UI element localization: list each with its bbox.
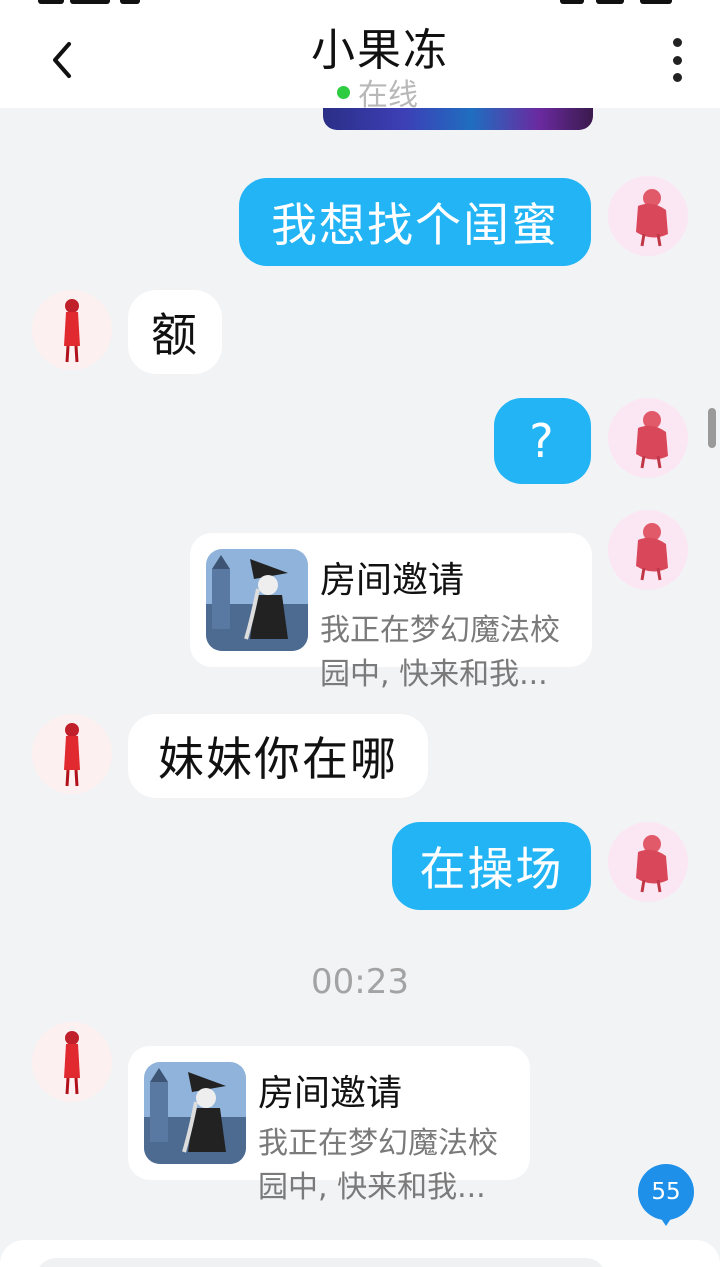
message-bubble-sent[interactable]: 在操场 <box>392 822 591 910</box>
online-status-label: 在线 <box>358 78 418 113</box>
contact-avatar[interactable] <box>32 714 112 794</box>
chat-header: 小果冻 在线 <box>0 0 720 113</box>
contact-name: 小果冻 <box>311 25 449 76</box>
room-invite-title: 房间邀请 <box>258 1073 403 1114</box>
message-text: ? <box>529 414 556 468</box>
avatar-image <box>636 411 668 469</box>
room-invite-description: 我正在梦幻魔法校园中, 快来和我... <box>258 1126 498 1205</box>
room-invite-card[interactable]: 房间邀请 我正在梦幻魔法校园中, 快来和我... <box>190 533 592 692</box>
message-text: 在操场 <box>419 842 564 896</box>
avatar-image <box>636 189 668 247</box>
my-avatar[interactable] <box>608 398 688 478</box>
online-status: 在线 <box>337 72 418 113</box>
timestamp-divider: 00:23 <box>311 962 409 1002</box>
unread-count-badge[interactable]: 55 <box>638 1164 694 1230</box>
scrollbar-thumb[interactable] <box>708 408 716 448</box>
unread-count: 55 <box>638 1164 694 1220</box>
message-bubble-sent[interactable]: 我想找个闺蜜 <box>239 178 591 266</box>
avatar-image <box>636 835 668 893</box>
online-dot <box>337 85 350 99</box>
status-bar <box>0 0 720 6</box>
room-invite-title: 房间邀请 <box>320 560 465 601</box>
message-bubble-received[interactable]: 额 <box>128 290 222 374</box>
message-bubble-received[interactable]: 妹妹你在哪 <box>128 714 428 798</box>
message-input[interactable] <box>36 1258 606 1267</box>
avatar-image <box>64 1031 80 1095</box>
message-input-bar <box>0 1240 720 1267</box>
contact-avatar[interactable] <box>32 1022 112 1102</box>
avatar-image <box>64 723 80 787</box>
message-bubble-sent[interactable]: ? <box>494 398 591 484</box>
my-avatar[interactable] <box>608 822 688 902</box>
avatar-image <box>64 299 80 363</box>
message-text: 额 <box>151 308 199 362</box>
more-options-button[interactable] <box>660 38 694 82</box>
room-invite-thumbnail <box>206 549 308 651</box>
room-invite-description: 我正在梦幻魔法校园中, 快来和我... <box>320 613 560 692</box>
my-avatar[interactable] <box>608 176 688 256</box>
room-invite-thumbnail <box>144 1062 246 1164</box>
avatar-image <box>636 523 668 581</box>
room-invite-card[interactable]: 房间邀请 我正在梦幻魔法校园中, 快来和我... <box>128 1046 530 1205</box>
message-text: 妹妹你在哪 <box>158 732 398 786</box>
my-avatar[interactable] <box>608 510 688 590</box>
message-text: 我想找个闺蜜 <box>271 198 559 252</box>
more-vertical-icon <box>672 38 682 47</box>
contact-avatar[interactable] <box>32 290 112 370</box>
